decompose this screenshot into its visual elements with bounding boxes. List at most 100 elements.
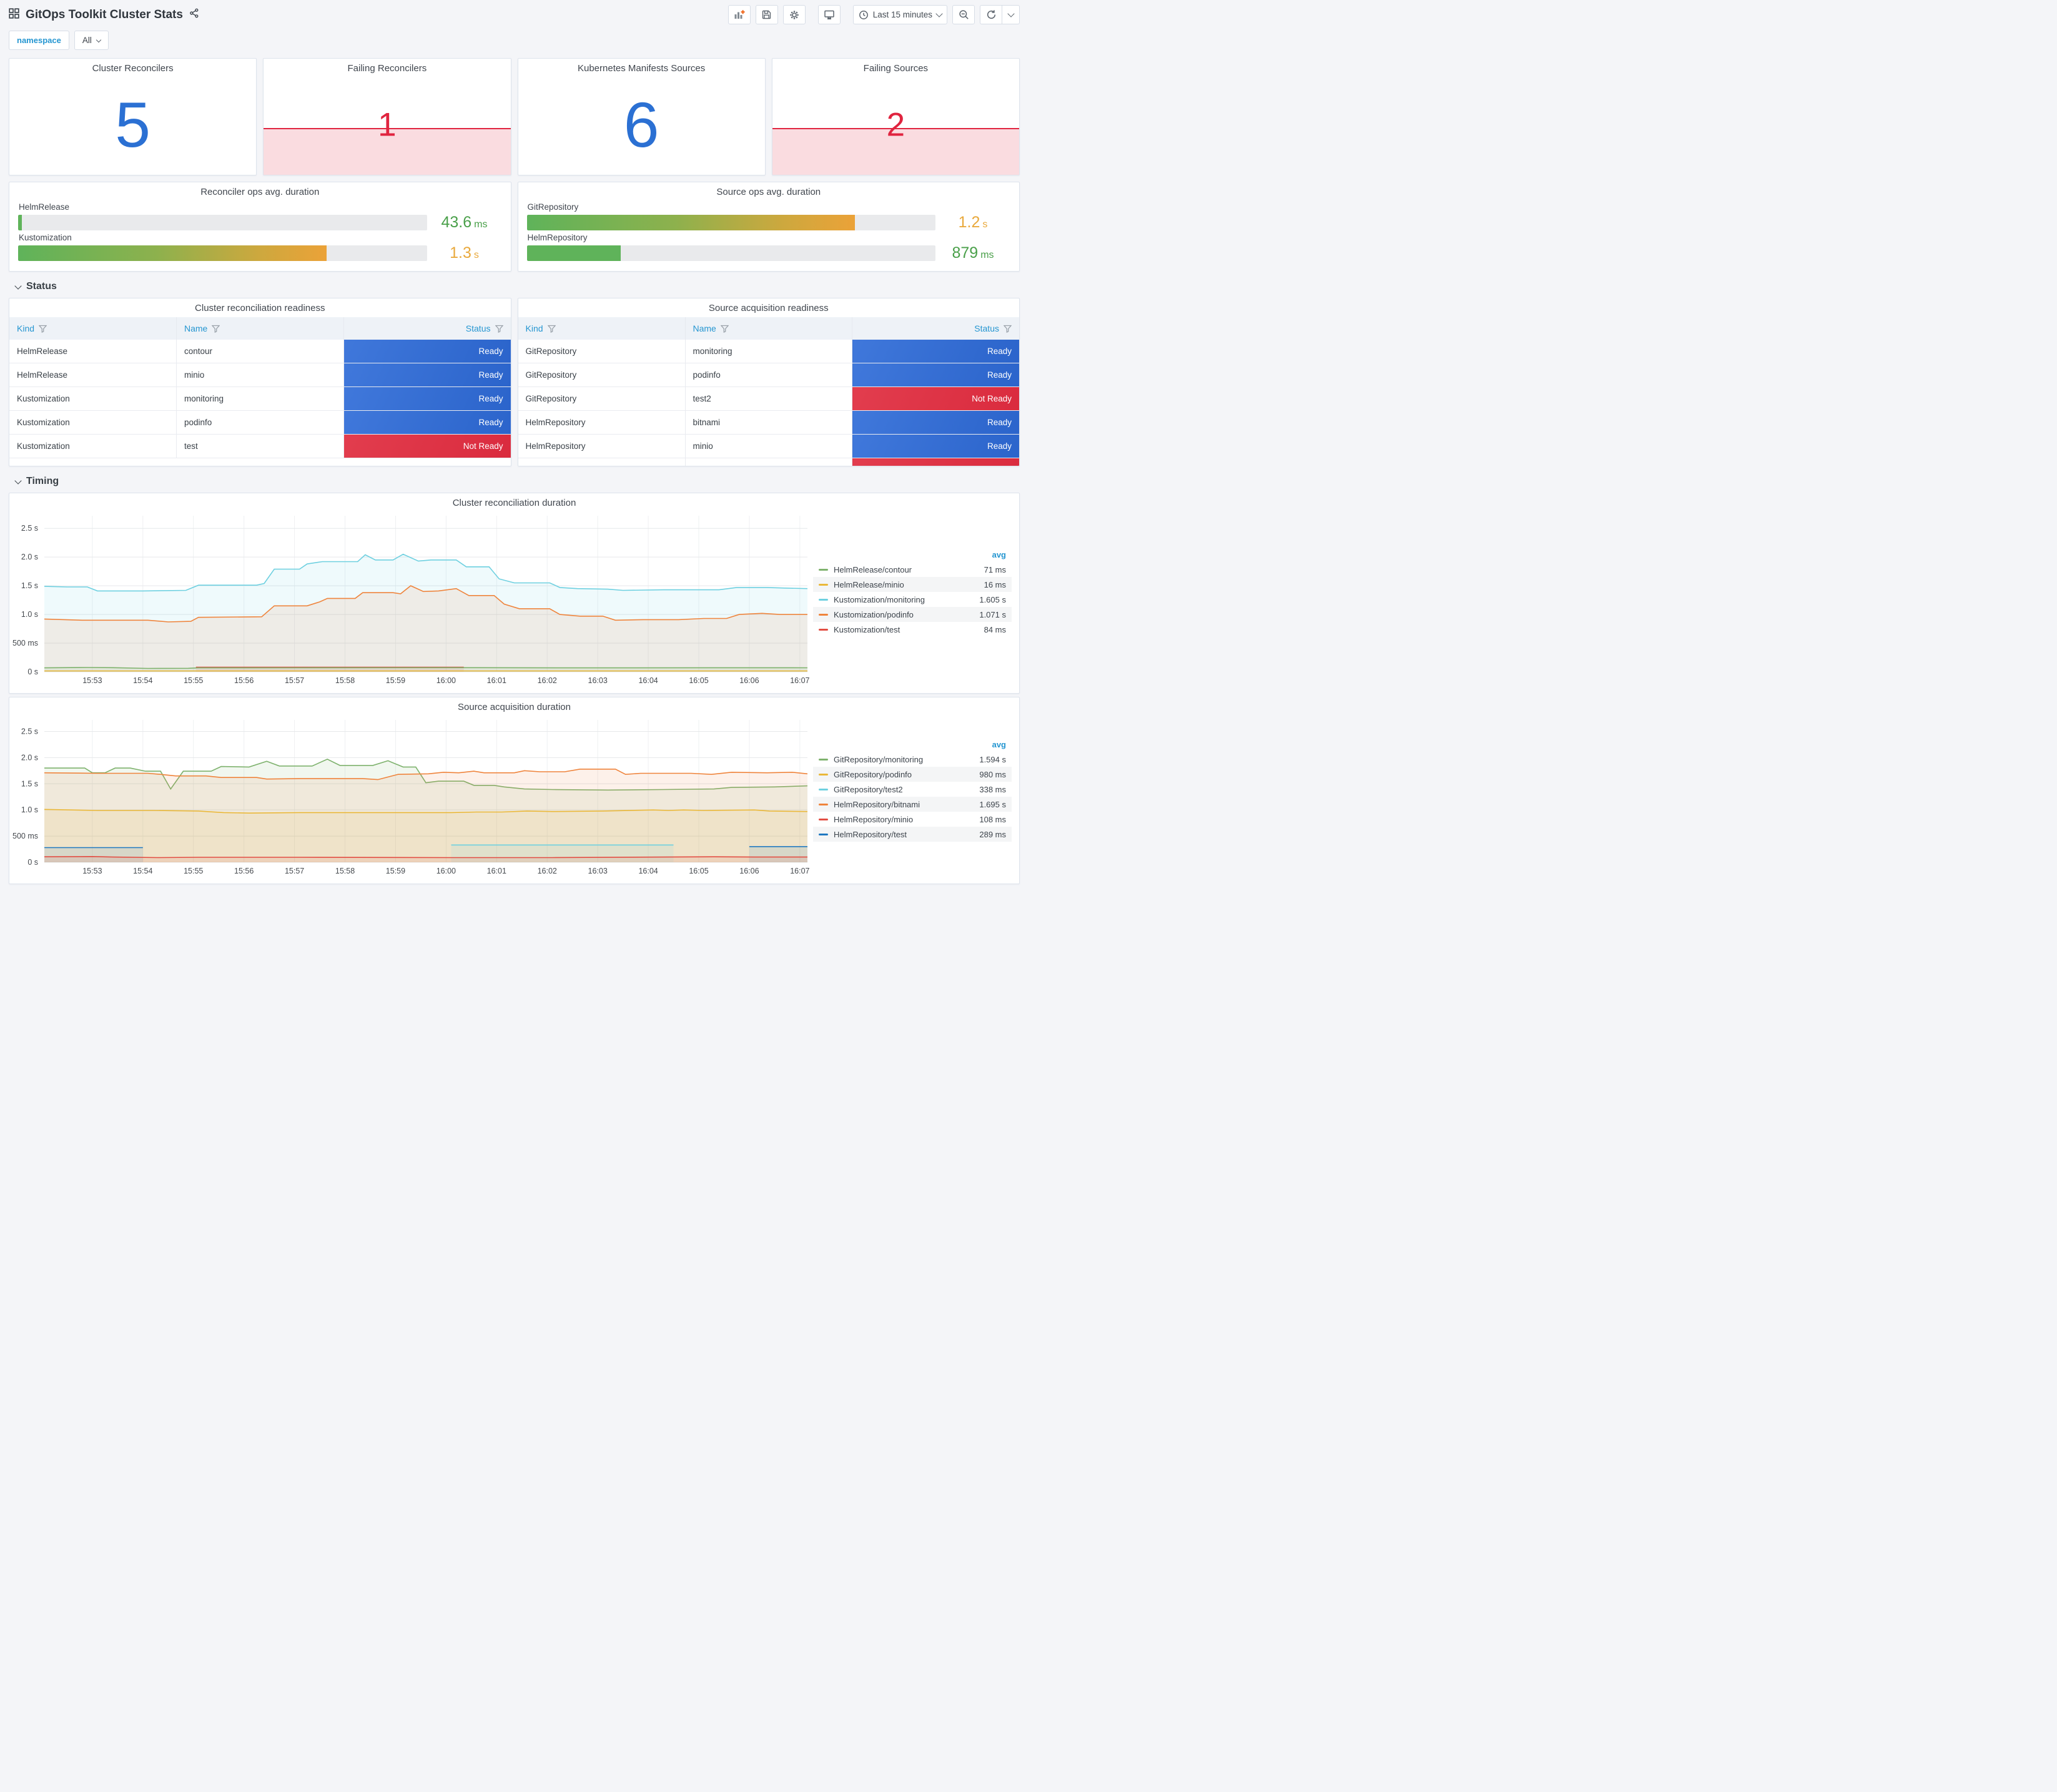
variable-namespace-label[interactable]: namespace bbox=[9, 31, 69, 50]
status-cell: Ready bbox=[343, 410, 511, 435]
legend-item[interactable]: GitRepository/test2 338 ms bbox=[813, 782, 1012, 797]
filter-icon bbox=[495, 325, 503, 333]
table-panel: Cluster reconciliation readiness Kind Name… bbox=[9, 298, 511, 466]
status-cell: Ready bbox=[343, 363, 511, 387]
table-row: Kustomization test Not Ready bbox=[9, 434, 511, 458]
svg-text:15:56: 15:56 bbox=[234, 676, 254, 685]
kind-cell: GitRepository bbox=[518, 363, 686, 387]
chevron-down-icon bbox=[96, 37, 102, 42]
series-color-dash bbox=[819, 758, 828, 761]
kind-cell: GitRepository bbox=[518, 340, 686, 363]
add-panel-button[interactable] bbox=[728, 5, 751, 24]
status-cell: Ready bbox=[852, 363, 1019, 387]
gauge-track bbox=[18, 215, 427, 230]
name-cell: minio bbox=[685, 434, 852, 458]
share-icon[interactable] bbox=[189, 8, 199, 21]
column-header-name[interactable]: Name bbox=[685, 317, 852, 340]
table-row: Kustomization podinfo Ready bbox=[9, 410, 511, 435]
svg-text:15:55: 15:55 bbox=[184, 676, 203, 685]
dashboard-grid: Cluster Reconcilers 5 Failing Reconcilers 1… bbox=[0, 55, 1028, 892]
kind-cell: HelmRelease bbox=[9, 363, 177, 387]
svg-text:16:05: 16:05 bbox=[689, 676, 708, 685]
svg-text:1.0 s: 1.0 s bbox=[21, 805, 38, 814]
legend-item[interactable]: HelmRelease/contour 71 ms bbox=[813, 562, 1012, 577]
time-range-picker[interactable]: Last 15 minutes bbox=[852, 5, 947, 24]
settings-gear-button[interactable] bbox=[782, 5, 806, 24]
section-label: Timing bbox=[26, 476, 59, 486]
name-cell: podinfo bbox=[685, 363, 852, 387]
time-range-label: Last 15 minutes bbox=[872, 10, 932, 19]
svg-text:2.5 s: 2.5 s bbox=[21, 524, 38, 533]
section-header-timing[interactable]: Timing bbox=[6, 470, 1023, 490]
legend-item[interactable]: Kustomization/monitoring 1.605 s bbox=[813, 592, 1012, 607]
panel-title: Failing Reconcilers bbox=[347, 62, 427, 74]
panel-title: Cluster reconciliation readiness bbox=[195, 302, 325, 313]
gauge-track bbox=[526, 215, 935, 230]
chart-legend: avg GitRepository/monitoring 1.594 s GitRep… bbox=[813, 739, 1012, 842]
zoom-out-button[interactable] bbox=[952, 5, 975, 24]
clock-icon bbox=[859, 10, 869, 20]
variables-row: namespace All bbox=[0, 26, 1028, 55]
series-color-dash bbox=[819, 818, 828, 820]
refresh-interval-dropdown[interactable] bbox=[1002, 5, 1020, 24]
panel-title: Failing Sources bbox=[863, 62, 929, 74]
name-cell: monitoring bbox=[176, 386, 344, 411]
legend-avg-header: avg bbox=[992, 550, 1006, 559]
variable-namespace-value-dropdown[interactable]: All bbox=[74, 31, 109, 50]
legend-item[interactable]: Kustomization/test 84 ms bbox=[813, 622, 1012, 637]
legend-item[interactable]: HelmRelease/minio 16 ms bbox=[813, 577, 1012, 592]
name-cell: test bbox=[685, 458, 852, 466]
column-header-name[interactable]: Name bbox=[176, 317, 344, 340]
svg-text:16:01: 16:01 bbox=[487, 676, 506, 685]
column-header-kind[interactable]: Kind bbox=[9, 317, 177, 340]
stat-panel: Kubernetes Manifests Sources 6 bbox=[517, 58, 766, 175]
series-color-dash bbox=[819, 788, 828, 790]
section-header-status[interactable]: Status bbox=[6, 275, 1023, 295]
refresh-button[interactable] bbox=[980, 5, 1002, 24]
bargauge-panel: Source ops avg. duration GitRepository 1.2… bbox=[517, 182, 1020, 272]
tables-row: Cluster reconciliation readiness Kind Name… bbox=[6, 295, 1023, 470]
svg-text:15:57: 15:57 bbox=[285, 867, 304, 875]
table-row: Kustomization monitoring Ready bbox=[9, 386, 511, 411]
legend-item[interactable]: HelmRepository/bitnami 1.695 s bbox=[813, 797, 1012, 812]
svg-text:15:58: 15:58 bbox=[335, 676, 355, 685]
series-color-dash bbox=[819, 583, 828, 586]
column-header-status[interactable]: Status bbox=[343, 317, 511, 340]
table-row: GitRepository test2 Not Ready bbox=[518, 386, 1019, 411]
series-color-dash bbox=[819, 613, 828, 616]
stat-value: 1 bbox=[378, 106, 397, 144]
svg-text:15:56: 15:56 bbox=[234, 867, 254, 875]
svg-text:16:00: 16:00 bbox=[437, 676, 456, 685]
svg-text:16:05: 16:05 bbox=[689, 867, 708, 875]
svg-text:500 ms: 500 ms bbox=[12, 639, 38, 647]
panel-title: Cluster reconciliation duration bbox=[452, 497, 576, 508]
legend-item[interactable]: Kustomization/podinfo 1.071 s bbox=[813, 607, 1012, 622]
save-dashboard-button[interactable] bbox=[755, 5, 778, 24]
filter-icon bbox=[39, 325, 47, 333]
panel-title: Source ops avg. duration bbox=[716, 186, 821, 197]
gauge-row-label: Kustomization bbox=[19, 233, 72, 242]
legend-item[interactable]: HelmRepository/test 289 ms bbox=[813, 827, 1012, 842]
stat-panel: Failing Reconcilers 1 bbox=[263, 58, 511, 175]
legend-item[interactable]: GitRepository/podinfo 980 ms bbox=[813, 767, 1012, 782]
column-header-kind[interactable]: Kind bbox=[518, 317, 686, 340]
legend-avg-header: avg bbox=[992, 740, 1006, 749]
panel-title: Source acquisition readiness bbox=[708, 302, 829, 313]
name-cell: podinfo bbox=[176, 410, 344, 435]
svg-text:15:53: 15:53 bbox=[82, 676, 102, 685]
gauges-row: Reconciler ops avg. duration HelmRelease 4… bbox=[6, 179, 1023, 275]
legend-item[interactable]: HelmRepository/minio 108 ms bbox=[813, 812, 1012, 827]
svg-text:16:07: 16:07 bbox=[790, 867, 809, 875]
table-row: HelmRepository bitnami Ready bbox=[518, 410, 1019, 435]
svg-text:0 s: 0 s bbox=[27, 858, 38, 867]
column-header-status[interactable]: Status bbox=[852, 317, 1019, 340]
chart-plot: 15:53 15:54 15:55 15:56 15:57 15:58 15:59 16:00… bbox=[12, 720, 810, 875]
legend-item[interactable]: GitRepository/monitoring 1.594 s bbox=[813, 752, 1012, 767]
gauge-row-label: GitRepository bbox=[527, 202, 579, 212]
svg-text:15:55: 15:55 bbox=[184, 867, 203, 875]
tv-kiosk-button[interactable] bbox=[817, 5, 841, 24]
bargauge-panel: Reconciler ops avg. duration HelmRelease 4… bbox=[9, 182, 511, 272]
timeseries-panel: Source acquisition duration 15:53 15:54 15:… bbox=[9, 697, 1020, 884]
page-title: GitOps Toolkit Cluster Stats bbox=[26, 7, 183, 21]
kind-cell: Kustomization bbox=[9, 410, 177, 435]
